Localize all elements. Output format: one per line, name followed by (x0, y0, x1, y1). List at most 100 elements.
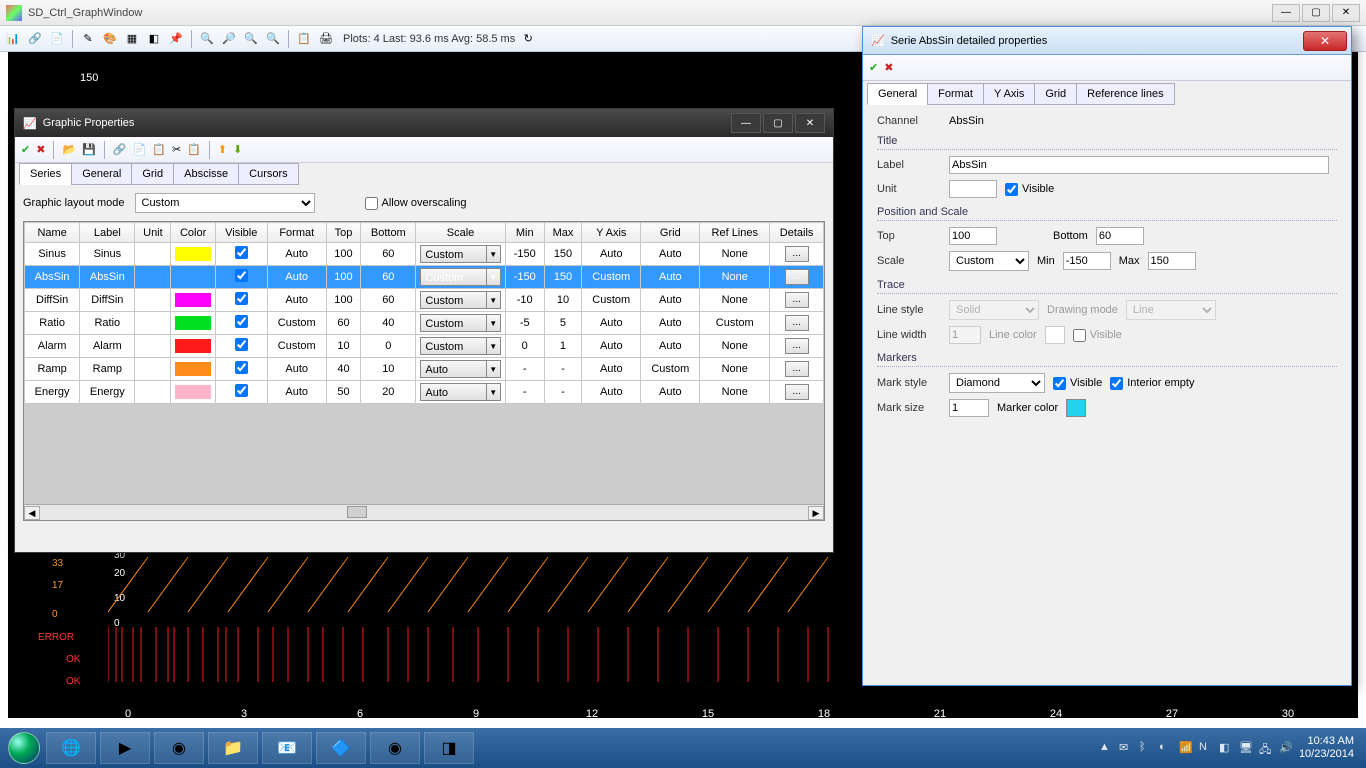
tool-icon[interactable]: 🔗 (26, 30, 44, 48)
chevron-down-icon[interactable]: ▼ (487, 360, 501, 378)
task-chrome[interactable]: ◉ (154, 732, 204, 764)
scale-combo[interactable]: Custom▼ (420, 337, 500, 355)
tab-general[interactable]: General (71, 163, 132, 185)
tray-icon[interactable]: N (1199, 741, 1213, 755)
zoom-icon[interactable]: 🔍 (242, 30, 260, 48)
column-header[interactable]: Y Axis (582, 223, 641, 243)
scale-combo[interactable]: Custom▼ (420, 268, 500, 286)
tab-reflines[interactable]: Reference lines (1076, 83, 1174, 105)
table-row[interactable]: EnergyEnergyAuto5020Auto▼--AutoAutoNone.… (25, 381, 824, 404)
cancel-icon[interactable]: ✖ (884, 61, 893, 74)
refresh-icon[interactable]: ↻ (519, 30, 537, 48)
column-header[interactable]: Name (25, 223, 80, 243)
tab-grid[interactable]: Grid (1034, 83, 1077, 105)
scroll-thumb[interactable] (347, 506, 367, 518)
bottom-input[interactable] (1096, 227, 1144, 245)
apply-icon[interactable]: ✔ (21, 143, 30, 156)
layout-select[interactable]: Custom (135, 193, 315, 213)
tab-format[interactable]: Format (927, 83, 984, 105)
maximize-button[interactable]: ▢ (763, 113, 793, 133)
copy-icon[interactable]: 📋 (152, 143, 166, 156)
table-row[interactable]: RampRampAuto4010Auto▼--AutoCustomNone... (25, 358, 824, 381)
main-titlebar[interactable]: SD_Ctrl_GraphWindow — ▢ ✕ (0, 0, 1366, 26)
visible-checkbox[interactable]: Visible (1005, 183, 1054, 196)
up-icon[interactable]: ⬆ (218, 143, 227, 156)
marksize-input[interactable] (949, 399, 989, 417)
scroll-right-icon[interactable]: ▶ (808, 506, 824, 520)
chevron-down-icon[interactable]: ▼ (487, 337, 501, 355)
cancel-icon[interactable]: ✖ (36, 143, 45, 156)
chevron-down-icon[interactable]: ▼ (487, 383, 501, 401)
dialog2-titlebar[interactable]: 📈Serie AbsSin detailed properties ✕ (863, 27, 1351, 55)
min-input[interactable] (1063, 252, 1111, 270)
scale-combo[interactable]: Auto▼ (420, 360, 500, 378)
details-button[interactable]: ... (785, 384, 809, 400)
tool-icon[interactable]: 📄 (48, 30, 66, 48)
column-header[interactable]: Details (770, 223, 824, 243)
color-swatch[interactable] (175, 362, 210, 376)
scale-select[interactable]: Custom (949, 251, 1029, 271)
tray-icon[interactable]: ▲ (1099, 741, 1113, 755)
marker-visible-checkbox[interactable]: Visible (1053, 377, 1102, 390)
chevron-down-icon[interactable]: ▼ (487, 268, 501, 286)
task-chrome2[interactable]: ◉ (370, 732, 420, 764)
visible-checkbox[interactable] (235, 246, 248, 259)
column-header[interactable]: Format (267, 223, 326, 243)
column-header[interactable]: Min (505, 223, 544, 243)
column-header[interactable]: Scale (416, 223, 505, 243)
system-tray[interactable]: ▲ ✉ ᛒ ◐ 📶 N ◧ 🖥 🖧 🔊 10:43 AM 10/23/2014 (1099, 735, 1362, 761)
zoom-icon[interactable]: 🔍 (264, 30, 282, 48)
doc-icon[interactable]: 📄 (133, 143, 147, 156)
details-button[interactable]: ... (785, 361, 809, 377)
tool-icon[interactable]: ◧ (145, 30, 163, 48)
zoomout-icon[interactable]: 🔎 (220, 30, 238, 48)
scale-combo[interactable]: Custom▼ (420, 245, 500, 263)
save-icon[interactable]: 💾 (82, 143, 96, 156)
table-row[interactable]: SinusSinusAuto10060Custom▼-150150AutoAut… (25, 243, 824, 266)
pen-icon[interactable]: ✎ (79, 30, 97, 48)
color-swatch[interactable] (175, 247, 210, 261)
overscale-checkbox[interactable]: Allow overscaling (365, 197, 467, 210)
scale-combo[interactable]: Custom▼ (420, 291, 500, 309)
color-swatch[interactable] (175, 270, 210, 284)
tray-icon[interactable]: ◧ (1219, 741, 1233, 755)
scroll-left-icon[interactable]: ◀ (24, 506, 40, 520)
tray-icon[interactable]: ◐ (1159, 741, 1173, 755)
column-header[interactable]: Top (326, 223, 360, 243)
tab-abscisse[interactable]: Abscisse (173, 163, 239, 185)
horizontal-scrollbar[interactable]: ◀ ▶ (24, 504, 824, 520)
open-icon[interactable]: 📂 (62, 143, 76, 156)
trace-visible-checkbox[interactable]: Visible (1073, 329, 1122, 342)
column-header[interactable]: Max (544, 223, 581, 243)
unit-input[interactable] (949, 180, 997, 198)
task-app2[interactable]: ◨ (424, 732, 474, 764)
column-header[interactable]: Unit (135, 223, 171, 243)
pin-icon[interactable]: 📌 (167, 30, 185, 48)
details-button[interactable]: ... (785, 269, 809, 285)
minimize-button[interactable]: — (731, 113, 761, 133)
close-button[interactable]: ✕ (795, 113, 825, 133)
color-icon[interactable]: 🎨 (101, 30, 119, 48)
volume-icon[interactable]: 🔊 (1279, 741, 1293, 755)
close-button[interactable]: ✕ (1303, 31, 1347, 51)
task-explorer[interactable]: 📁 (208, 732, 258, 764)
table-row[interactable]: RatioRatioCustom6040Custom▼-55AutoAutoCu… (25, 312, 824, 335)
tray-icon[interactable]: 🖥 (1239, 741, 1253, 755)
column-header[interactable]: Ref Lines (700, 223, 770, 243)
visible-checkbox[interactable] (235, 269, 248, 282)
start-button[interactable] (4, 732, 44, 764)
column-header[interactable]: Color (171, 223, 215, 243)
tool-icon[interactable]: 📊 (4, 30, 22, 48)
chevron-down-icon[interactable]: ▼ (487, 245, 501, 263)
visible-checkbox[interactable] (235, 315, 248, 328)
tab-cursors[interactable]: Cursors (238, 163, 299, 185)
down-icon[interactable]: ⬇ (233, 143, 242, 156)
maximize-button[interactable]: ▢ (1302, 4, 1330, 22)
visible-checkbox[interactable] (235, 361, 248, 374)
top-input[interactable] (949, 227, 997, 245)
max-input[interactable] (1148, 252, 1196, 270)
tab-yaxis[interactable]: Y Axis (983, 83, 1035, 105)
details-button[interactable]: ... (785, 246, 809, 262)
task-media[interactable]: ▶ (100, 732, 150, 764)
markercolor-swatch[interactable] (1066, 399, 1086, 417)
